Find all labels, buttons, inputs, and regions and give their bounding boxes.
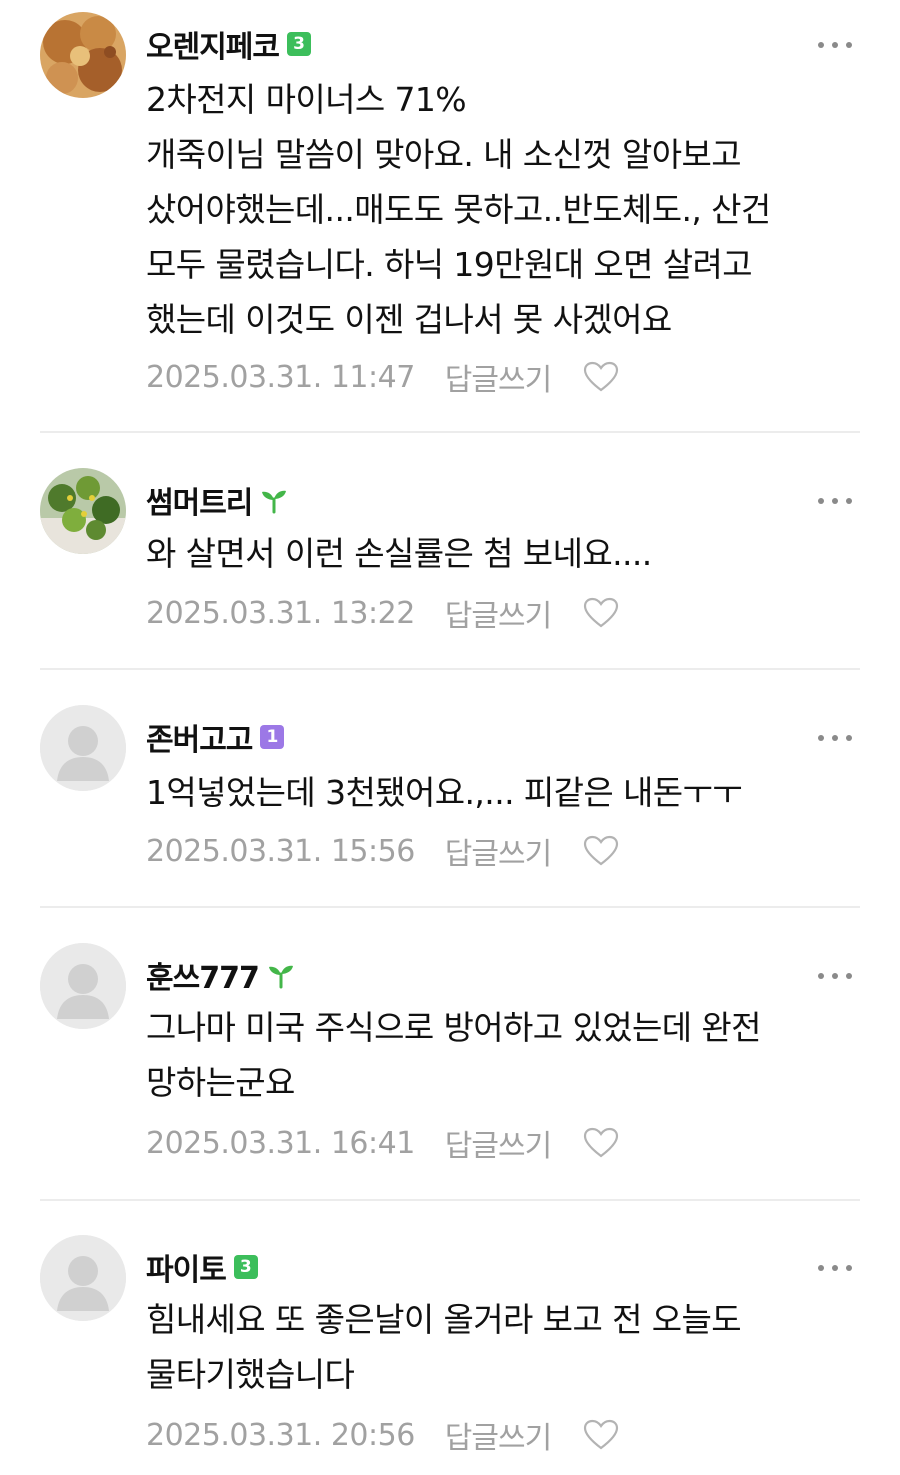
plant-photo-icon (40, 468, 126, 554)
level-badge: 3 (287, 32, 311, 56)
comment-meta: 2025.03.31. 15:56 답글쓰기 (146, 826, 619, 876)
comment-date: 2025.03.31. 20:56 (146, 1417, 415, 1453)
comment-text: 와 살면서 이런 손실률은 첨 보네요.... (146, 534, 652, 573)
sprout-icon (268, 965, 293, 989)
level-badge: 3 (233, 1255, 258, 1279)
reply-button[interactable]: 답글쓰기 (445, 1121, 552, 1165)
comment-meta: 2025.03.31. 13:22 답글쓰기 (146, 588, 619, 638)
more-options-icon[interactable] (818, 1253, 852, 1283)
divider (40, 1199, 860, 1201)
nickname-row: 오렌지페코 3 (146, 22, 311, 66)
heart-icon[interactable] (583, 597, 619, 629)
heart-icon[interactable] (583, 835, 619, 867)
comment-meta: 2025.03.31. 11:47 답글쓰기 (146, 352, 619, 402)
avatar[interactable] (40, 943, 126, 1029)
comment-date: 2025.03.31. 13:22 (146, 595, 415, 631)
nickname[interactable]: 파이토 (146, 1245, 227, 1289)
comment-text: 2차전지 마이너스 71% 개죽이님 말씀이 맞아요. 내 소신껏 알아보고 샀… (146, 80, 771, 339)
default-avatar-icon (40, 1235, 126, 1321)
nickname-row: 훈쓰777 (146, 953, 295, 997)
heart-icon[interactable] (583, 1419, 619, 1451)
food-photo-icon (40, 12, 126, 98)
reply-button[interactable]: 답글쓰기 (445, 355, 552, 399)
reply-button[interactable]: 답글쓰기 (445, 591, 552, 635)
divider (40, 668, 860, 670)
comment-date: 2025.03.31. 15:56 (146, 833, 415, 869)
divider (40, 431, 860, 433)
avatar[interactable] (40, 12, 126, 98)
sprout-icon (262, 490, 287, 514)
comment-date: 2025.03.31. 11:47 (146, 359, 415, 395)
nickname-row: 썸머트리 (146, 478, 288, 522)
comment-meta: 2025.03.31. 20:56 답글쓰기 (146, 1410, 619, 1460)
comment-text: 그나마 미국 주식으로 방어하고 있었는데 완전 망하는군요 (146, 1008, 761, 1102)
nickname[interactable]: 썸머트리 (146, 478, 253, 522)
default-avatar-icon (40, 705, 126, 791)
comment-list: 오렌지페코 3 2차전지 마이너스 71% 개죽이님 말씀이 맞아요. 내 소신… (0, 0, 900, 1475)
heart-icon[interactable] (583, 1127, 619, 1159)
nickname[interactable]: 훈쓰777 (146, 953, 260, 997)
comment-text: 힘내세요 또 좋은날이 올거라 보고 전 오늘도 물타기했습니다 (146, 1300, 742, 1394)
comment-text: 1억넣었는데 3천됐어요.,... 피같은 내돈ㅜㅜ (146, 773, 743, 812)
more-options-icon[interactable] (818, 30, 852, 60)
comment-meta: 2025.03.31. 16:41 답글쓰기 (146, 1118, 619, 1168)
nickname-row: 존버고고 1 (146, 715, 285, 759)
divider (40, 906, 860, 908)
reply-button[interactable]: 답글쓰기 (445, 829, 552, 873)
more-options-icon[interactable] (818, 961, 852, 991)
more-options-icon[interactable] (818, 723, 852, 753)
nickname[interactable]: 존버고고 (146, 715, 253, 759)
reply-button[interactable]: 답글쓰기 (445, 1413, 552, 1457)
level-badge: 1 (260, 725, 285, 749)
default-avatar-icon (40, 943, 126, 1029)
heart-icon[interactable] (583, 361, 619, 393)
comment-date: 2025.03.31. 16:41 (146, 1125, 415, 1161)
more-options-icon[interactable] (818, 486, 852, 516)
avatar[interactable] (40, 705, 126, 791)
nickname[interactable]: 오렌지페코 (146, 22, 280, 66)
nickname-row: 파이토 3 (146, 1245, 258, 1289)
avatar[interactable] (40, 1235, 126, 1321)
avatar[interactable] (40, 468, 126, 554)
